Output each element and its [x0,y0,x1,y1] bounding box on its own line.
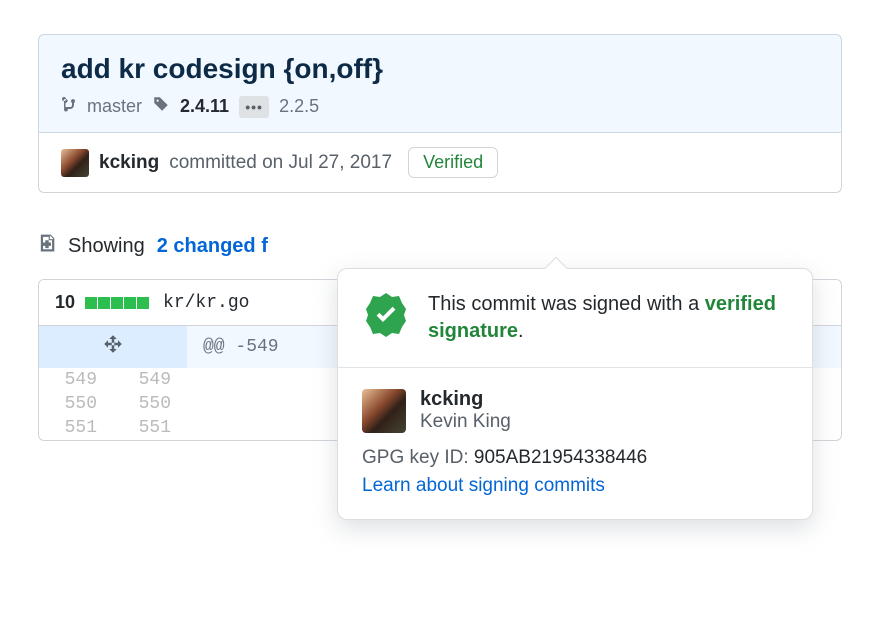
changed-files-link[interactable]: 2 changed f [157,235,268,258]
learn-signing-link[interactable]: Learn about signing commits [362,475,788,497]
committer-row: kcking committed on Jul 27, 2017 Verifie… [38,133,842,193]
tag-version[interactable]: 2.4.11 [180,96,229,117]
branch-name[interactable]: master [87,96,142,117]
line-number-new[interactable]: 550 [113,392,187,416]
popover-body: kcking Kevin King GPG key ID: 905AB21954… [338,368,812,519]
diff-summary-row: Showing 2 changed f [38,233,842,259]
branch-tag-row: master 2.4.11 ••• 2.2.5 [61,95,819,118]
commit-date-text: committed on Jul 27, 2017 [169,152,392,174]
gpg-key-row: GPG key ID: 905AB21954338446 [362,447,788,469]
popover-message-line1: This commit was signed with a [428,293,699,315]
committer-username[interactable]: kcking [99,152,159,174]
diff-icon [38,233,56,259]
gpg-key-label: GPG key ID: [362,447,474,468]
signer-name: kcking Kevin King [420,388,511,433]
line-number-new[interactable]: 551 [113,416,187,440]
signer-username[interactable]: kcking [420,388,511,411]
verified-check-icon [362,291,410,339]
avatar[interactable] [61,149,89,177]
showing-label: Showing [68,235,145,258]
verified-popover: This commit was signed with a verified s… [337,268,813,520]
avatar[interactable] [362,389,406,433]
verified-badge[interactable]: Verified [408,147,498,178]
commit-title: add kr codesign {on,off} [61,53,819,85]
line-number-new[interactable]: 549 [113,368,187,392]
expand-button[interactable] [39,326,187,368]
tag-icon [152,95,170,118]
line-number-old[interactable]: 549 [39,368,113,392]
popover-message: This commit was signed with a verified s… [428,291,788,345]
file-path[interactable]: kr/kr.go [163,293,249,313]
signer-fullname: Kevin King [420,411,511,433]
previous-tag[interactable]: 2.2.5 [279,96,319,117]
popover-header: This commit was signed with a verified s… [338,269,812,368]
line-number-old[interactable]: 550 [39,392,113,416]
signer-row: kcking Kevin King [362,388,788,433]
branch-icon [61,95,77,118]
gpg-key-id: 905AB21954338446 [474,447,647,468]
additions-count: 10 [55,292,75,313]
more-tags-button[interactable]: ••• [239,96,269,118]
diffstat-blocks [85,297,149,309]
commit-header: add kr codesign {on,off} master 2.4.11 •… [38,34,842,133]
popover-message-period: . [518,320,524,342]
line-number-old[interactable]: 551 [39,416,113,440]
